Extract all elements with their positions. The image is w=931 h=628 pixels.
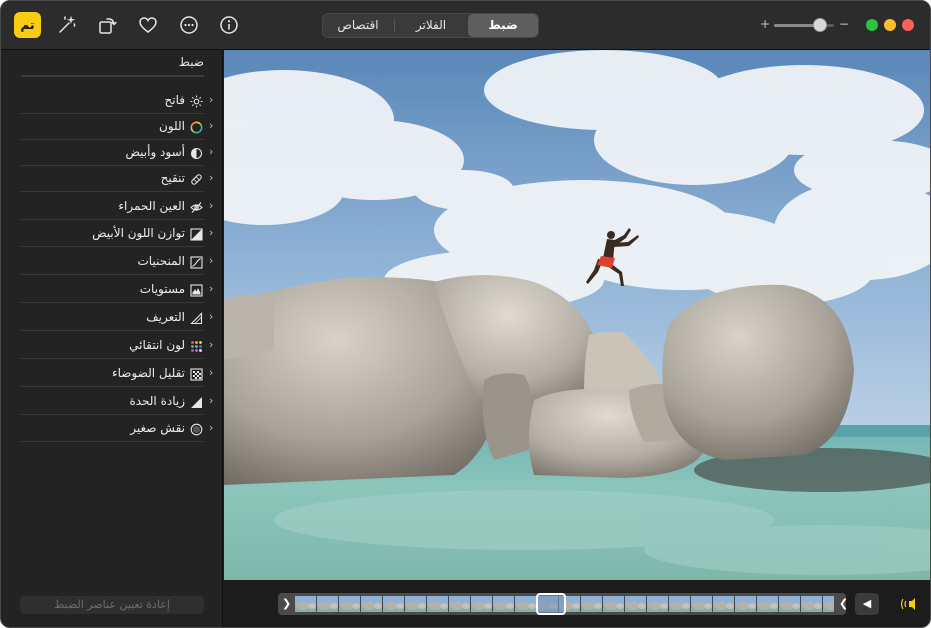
sidebar-title: ضبط (178, 55, 204, 69)
sidebar-item-label: اللون (159, 119, 185, 133)
play-button[interactable]: ◀ (855, 593, 879, 615)
item-separator (21, 246, 204, 247)
chevron-right-icon[interactable]: › (209, 394, 217, 407)
sharpen-icon (190, 396, 203, 409)
sidebar-item-label: التعريف (146, 310, 185, 324)
sidebar-item-red-eye[interactable]: العين الحمراء › (21, 195, 217, 220)
chevron-right-icon[interactable]: › (209, 310, 217, 323)
current-frame-marker[interactable] (536, 593, 566, 615)
sidebar-item-selective-color[interactable]: لون انتقائي › (21, 334, 217, 359)
sidebar-item-label: توازن اللون الأبيض (92, 226, 185, 240)
sun-icon (190, 95, 203, 108)
live-photo-controls: ❯ ❮ ◀ (224, 580, 930, 627)
selective-color-icon (190, 340, 203, 353)
bandage-icon (190, 173, 203, 186)
chevron-right-icon[interactable]: › (209, 282, 217, 295)
chevron-right-icon[interactable]: › (209, 93, 217, 106)
sidebar-item-label: مستويات (139, 282, 185, 296)
scrubber-end-handle-left[interactable]: ❮ (839, 597, 846, 610)
sidebar-item-label: نقش صغير (130, 421, 185, 435)
item-separator (21, 302, 204, 303)
sidebar-item-levels[interactable]: مستويات › (21, 278, 217, 303)
item-separator (21, 191, 204, 192)
sidebar-item-retouch[interactable]: تنقيح › (21, 167, 217, 192)
chevron-right-icon[interactable]: › (209, 421, 217, 434)
item-separator (21, 113, 204, 114)
item-separator (21, 330, 204, 331)
sidebar-item-vignette[interactable]: نقش صغير › (21, 417, 217, 442)
sidebar-item-label: فاتح (164, 93, 185, 107)
sidebar-item-white-balance[interactable]: توازن اللون الأبيض › (21, 222, 217, 247)
zoom-slider-knob[interactable] (813, 18, 827, 32)
definition-icon (190, 312, 203, 325)
photos-edit-window: تم اقتصاص الفلاتر ضبط + − ضبط فاتح › الل… (0, 0, 931, 628)
chevron-right-icon[interactable]: › (209, 226, 217, 239)
chevron-right-icon[interactable]: › (209, 119, 217, 132)
item-separator (21, 358, 204, 359)
eye-slash-icon (190, 201, 203, 214)
heart-icon[interactable] (137, 14, 159, 36)
item-separator (21, 139, 204, 140)
info-icon[interactable] (218, 14, 240, 36)
magic-wand-icon[interactable] (56, 14, 78, 36)
half-circle-icon (190, 147, 203, 160)
vignette-icon (190, 423, 203, 436)
more-options-icon[interactable] (178, 14, 200, 36)
sidebar-item-label: تقليل الضوضاء (112, 366, 185, 380)
sidebar-item-black-white[interactable]: أسود وأبيض › (21, 141, 217, 166)
frame-scrubber[interactable]: ❯ ❮ (278, 593, 846, 615)
item-separator (21, 274, 204, 275)
item-separator (21, 414, 204, 415)
rotate-icon[interactable] (96, 14, 118, 36)
tab-filters[interactable]: الفلاتر (395, 14, 467, 37)
chevron-right-icon[interactable]: › (209, 145, 217, 158)
item-separator (21, 219, 204, 220)
color-wheel-icon (190, 121, 203, 134)
sidebar-item-curves[interactable]: المنحنيات › (21, 250, 217, 275)
noise-reduction-icon (190, 368, 203, 381)
white-balance-icon (190, 228, 203, 241)
sidebar-item-light[interactable]: فاتح › (21, 89, 217, 114)
sidebar-item-label: لون انتقائي (129, 338, 185, 352)
zoom-window-button[interactable] (866, 19, 878, 31)
zoom-out-icon[interactable]: − (839, 17, 849, 31)
adjustments-sidebar: ضبط فاتح › اللون › أسود وأبيض › تنقيح › (1, 50, 223, 627)
levels-icon (190, 284, 203, 297)
sidebar-item-noise-reduction[interactable]: تقليل الضوضاء › (21, 362, 217, 387)
chevron-right-icon[interactable]: › (209, 199, 217, 212)
chevron-right-icon[interactable]: › (209, 254, 217, 267)
chevron-right-icon[interactable]: › (209, 366, 217, 379)
sidebar-item-label: تنقيح (160, 171, 185, 185)
zoom-slider-fill (774, 24, 816, 27)
scrubber-end-handle-right[interactable]: ❯ (282, 597, 291, 610)
chevron-right-icon[interactable]: › (209, 338, 217, 351)
beach-rocks-photo (224, 50, 930, 580)
zoom-in-icon[interactable]: + (760, 17, 770, 31)
item-separator (21, 386, 204, 387)
tab-crop[interactable]: اقتصاص (323, 14, 393, 37)
close-window-button[interactable] (902, 19, 914, 31)
sidebar-divider (21, 75, 204, 77)
toolbar: تم اقتصاص الفلاتر ضبط + − (1, 1, 930, 50)
speaker-icon[interactable] (898, 597, 916, 611)
sidebar-item-label: المنحنيات (137, 254, 186, 268)
edit-mode-segmented-control: اقتصاص الفلاتر ضبط (322, 13, 539, 38)
tab-adjust[interactable]: ضبط (468, 14, 538, 37)
done-button[interactable]: تم (14, 12, 41, 38)
curves-icon (190, 256, 203, 269)
sidebar-item-definition[interactable]: التعريف › (21, 306, 217, 331)
photo-preview[interactable] (224, 50, 930, 580)
item-separator (21, 441, 204, 442)
item-separator (21, 165, 204, 166)
chevron-right-icon[interactable]: › (209, 171, 217, 184)
sidebar-item-sharpen[interactable]: زيادة الحدة › (21, 390, 217, 415)
sidebar-item-label: أسود وأبيض (125, 145, 185, 159)
minimize-window-button[interactable] (884, 19, 896, 31)
sidebar-item-label: زيادة الحدة (129, 394, 185, 408)
sidebar-item-label: العين الحمراء (118, 199, 185, 213)
reset-adjustments-button[interactable]: إعادة تعيين عناصر الضبط (20, 596, 204, 614)
sidebar-item-color[interactable]: اللون › (21, 115, 217, 140)
